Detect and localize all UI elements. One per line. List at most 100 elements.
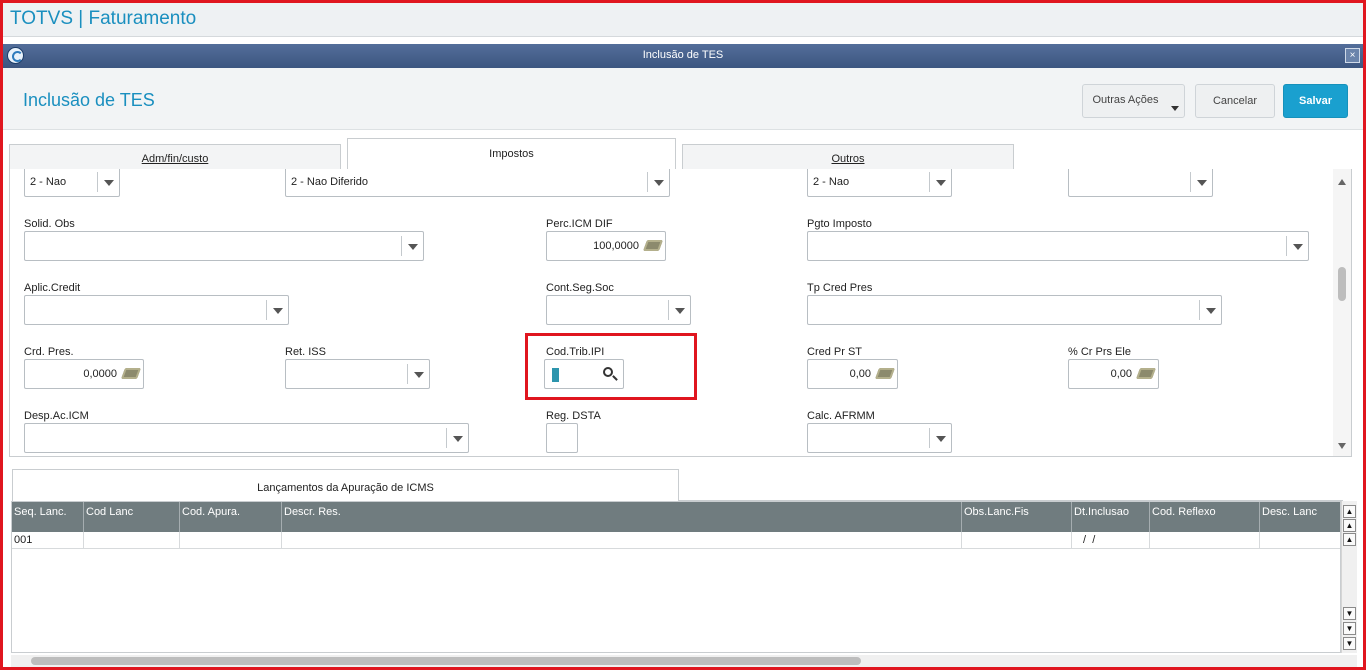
chevron-down-icon [446, 428, 468, 448]
text-cursor [552, 368, 559, 382]
cr-prs-ele-value: 0,00 [1110, 368, 1132, 380]
cancel-button[interactable]: Cancelar [1195, 84, 1275, 118]
table-cell[interactable] [282, 532, 962, 549]
lancamentos-grid: Seq. Lanc. Cod Lanc Cod. Apura. Descr. R… [11, 501, 1341, 653]
row0-select-4[interactable] [1068, 169, 1213, 197]
aplic-credit-label: Aplic.Credit [24, 282, 81, 294]
window-frame: TOTVS | Faturamento Inclusão de TES × In… [0, 0, 1366, 670]
chevron-down-icon [1286, 236, 1308, 256]
form-vertical-scrollbar[interactable] [1333, 169, 1351, 456]
perc-icm-dif-field[interactable]: 100,0000 [546, 231, 666, 261]
ret-iss-label: Ret. ISS [285, 346, 326, 358]
scroll-up-icon[interactable] [1338, 179, 1346, 185]
scroll-thumb[interactable] [1338, 267, 1346, 301]
solid-obs-label: Solid. Obs [24, 218, 75, 230]
calc-afrmm-select[interactable] [807, 423, 952, 453]
save-button[interactable]: Salvar [1283, 84, 1348, 118]
outras-acoes-button[interactable]: Outras Ações [1082, 84, 1185, 118]
crd-pres-field[interactable]: 0,0000 [24, 359, 144, 389]
scroll-thumb[interactable] [31, 657, 861, 665]
column-header[interactable]: Seq. Lanc. [12, 502, 84, 532]
table-cell[interactable] [84, 532, 180, 549]
table-cell[interactable] [1150, 532, 1260, 549]
cred-pr-st-value: 0,00 [849, 368, 871, 380]
scroll-down-icon[interactable]: ▼ [1343, 607, 1356, 620]
chevron-down-icon [97, 172, 119, 192]
column-header[interactable]: Desc. Lanc [1260, 502, 1340, 532]
scroll-up-icon[interactable]: ▲ [1343, 533, 1356, 546]
pgto-imposto-select[interactable] [807, 231, 1309, 261]
row0-select-1[interactable]: 2 - Nao [24, 169, 120, 197]
table-row[interactable]: 001 / / [12, 532, 1340, 549]
cr-prs-ele-field[interactable]: 0,00 [1068, 359, 1159, 389]
aplic-credit-select[interactable] [24, 295, 289, 325]
perc-icm-dif-label: Perc.ICM DIF [546, 218, 613, 230]
reg-dsta-label: Reg. DSTA [546, 410, 601, 422]
reg-dsta-input[interactable] [546, 423, 578, 453]
row0-select-1-value: 2 - Nao [30, 176, 67, 188]
search-icon[interactable] [603, 367, 613, 377]
impostos-form-panel: 2 - Nao 2 - Nao Diferido 2 - Nao Solid. … [9, 169, 1352, 457]
column-header[interactable]: Descr. Res. [282, 502, 962, 532]
outras-acoes-label: Outras Ações [1092, 94, 1159, 106]
tab-impostos[interactable]: Impostos [347, 138, 676, 169]
cod-trib-ipi-input[interactable] [544, 359, 624, 389]
cred-pr-st-label: Cred Pr ST [807, 346, 863, 358]
tab-adm-fin-custo[interactable]: Adm/fin/custo [9, 144, 341, 170]
close-icon[interactable]: × [1345, 48, 1360, 63]
column-header[interactable]: Dt.Inclusao [1072, 502, 1150, 532]
scroll-up-icon[interactable]: ▲ [1343, 519, 1356, 532]
scroll-top-icon[interactable]: ▲ [1343, 505, 1356, 518]
cont-seg-soc-select[interactable] [546, 295, 691, 325]
column-header[interactable]: Cod. Apura. [180, 502, 282, 532]
cr-prs-ele-label: % Cr Prs Ele [1068, 346, 1131, 358]
tp-cred-pres-select[interactable] [807, 295, 1222, 325]
tab-outros[interactable]: Outros [682, 144, 1014, 170]
chevron-down-icon [1190, 172, 1212, 192]
crd-pres-label: Crd. Pres. [24, 346, 74, 358]
chevron-down-icon [647, 172, 669, 192]
chevron-down-icon [401, 236, 423, 256]
calculator-icon[interactable] [642, 240, 664, 251]
horizontal-scrollbar[interactable] [11, 655, 1357, 667]
solid-obs-select[interactable] [24, 231, 424, 261]
calculator-icon[interactable] [120, 368, 142, 379]
dialog-title: Inclusão de TES [642, 49, 724, 61]
ret-iss-select[interactable] [285, 359, 430, 389]
page-title: Inclusão de TES [23, 90, 155, 110]
desp-ac-icm-label: Desp.Ac.ICM [24, 410, 89, 422]
chevron-down-icon [1199, 300, 1221, 320]
crd-pres-value: 0,0000 [83, 368, 117, 380]
app-title: TOTVS | Faturamento [10, 8, 197, 29]
row0-select-3[interactable]: 2 - Nao [807, 169, 952, 197]
table-cell[interactable]: / / [1072, 532, 1150, 549]
row0-select-2-value: 2 - Nao Diferido [291, 176, 369, 188]
scroll-down-icon[interactable]: ▼ [1343, 622, 1356, 635]
column-header[interactable]: Obs.Lanc.Fis [962, 502, 1072, 532]
row0-select-2[interactable]: 2 - Nao Diferido [285, 169, 670, 197]
column-header[interactable]: Cod Lanc [84, 502, 180, 532]
toolbar: Inclusão de TES Outras Ações Cancelar Sa… [3, 68, 1363, 130]
table-cell[interactable] [962, 532, 1072, 549]
table-cell[interactable] [180, 532, 282, 549]
calculator-icon[interactable] [1135, 368, 1157, 379]
chevron-down-icon [929, 172, 951, 192]
desp-ac-icm-select[interactable] [24, 423, 469, 453]
chevron-down-icon [668, 300, 690, 320]
app-header: TOTVS | Faturamento [3, 3, 1363, 37]
scroll-down-icon[interactable] [1338, 443, 1346, 449]
cred-pr-st-field[interactable]: 0,00 [807, 359, 898, 389]
table-cell[interactable]: 001 [12, 532, 84, 549]
perc-icm-dif-value: 100,0000 [593, 240, 639, 252]
calc-afrmm-label: Calc. AFRMM [807, 410, 875, 422]
dialog-titlebar: Inclusão de TES × [3, 44, 1363, 68]
scroll-bottom-icon[interactable]: ▼ [1343, 637, 1356, 650]
chevron-down-icon [407, 364, 429, 384]
calculator-icon[interactable] [874, 368, 896, 379]
chevron-down-icon [929, 428, 951, 448]
tp-cred-pres-label: Tp Cred Pres [807, 282, 873, 294]
grid-vertical-scrollbar[interactable]: ▲ ▲ ▲ ▼ ▼ ▼ [1341, 501, 1357, 653]
table-cell[interactable] [1260, 532, 1340, 549]
tab-lancamentos-apuracao-icms[interactable]: Lançamentos da Apuração de ICMS [12, 469, 679, 501]
column-header[interactable]: Cod. Reflexo [1150, 502, 1260, 532]
